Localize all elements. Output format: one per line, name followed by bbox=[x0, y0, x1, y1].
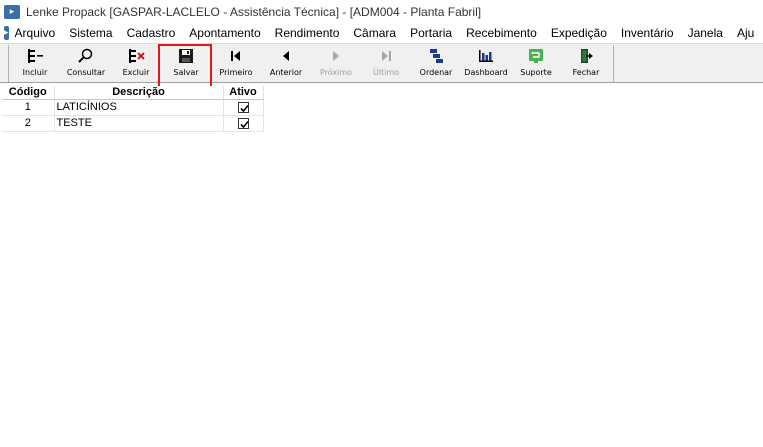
support-icon bbox=[527, 48, 545, 64]
menu-expedicao[interactable]: Expedição bbox=[551, 26, 614, 40]
menu-arquivo[interactable]: Arquivo bbox=[15, 26, 63, 40]
proximo-button[interactable]: Próximo bbox=[317, 48, 355, 82]
menu-camara[interactable]: Câmara bbox=[353, 26, 403, 40]
anterior-label: Anterior bbox=[269, 68, 303, 77]
incluir-button[interactable]: Incluir bbox=[17, 48, 53, 82]
title-bar: ▸ Lenke Propack [GASPAR-LACLELO - Assist… bbox=[0, 0, 763, 23]
primeiro-label: Primeiro bbox=[219, 68, 253, 77]
cell-ativo[interactable] bbox=[223, 99, 264, 116]
delete-icon bbox=[127, 48, 145, 64]
primeiro-button[interactable]: Primeiro bbox=[217, 48, 255, 82]
ativo-checkbox[interactable] bbox=[237, 101, 249, 113]
incluir-label: Incluir bbox=[22, 68, 48, 77]
suporte-button[interactable]: Suporte bbox=[517, 48, 555, 82]
column-header-codigo[interactable]: Código bbox=[2, 86, 55, 100]
previous-icon bbox=[277, 48, 295, 64]
column-header-ativo[interactable]: Ativo bbox=[223, 86, 264, 100]
column-header-descricao[interactable]: Descrição bbox=[54, 86, 224, 100]
menu-ajuda[interactable]: Aju bbox=[737, 26, 761, 40]
planta-fabril-grid: Código Descrição Ativo 1 LATICÍNIOS 2 TE… bbox=[2, 86, 264, 132]
menu-rendimento[interactable]: Rendimento bbox=[275, 26, 347, 40]
dashboard-label: Dashboard bbox=[464, 68, 508, 77]
sort-icon bbox=[427, 48, 445, 64]
menu-apontamento[interactable]: Apontamento bbox=[189, 26, 267, 40]
anterior-button[interactable]: Anterior bbox=[267, 48, 305, 82]
first-icon bbox=[227, 48, 245, 64]
ordenar-button[interactable]: Ordenar bbox=[417, 48, 455, 82]
app-menu-icon[interactable]: ▸ bbox=[4, 26, 9, 40]
proximo-label: Próximo bbox=[319, 68, 353, 77]
consultar-label: Consultar bbox=[66, 68, 106, 77]
window-title: Lenke Propack [GASPAR-LACLELO - Assistên… bbox=[26, 4, 482, 19]
menu-cadastro[interactable]: Cadastro bbox=[127, 26, 183, 40]
ordenar-label: Ordenar bbox=[419, 68, 453, 77]
fechar-label: Fechar bbox=[572, 68, 600, 77]
exit-icon bbox=[577, 48, 595, 64]
consultar-button[interactable]: Consultar bbox=[63, 48, 109, 82]
menu-recebimento[interactable]: Recebimento bbox=[466, 26, 544, 40]
menu-janela[interactable]: Janela bbox=[688, 26, 730, 40]
menu-sistema[interactable]: Sistema bbox=[69, 26, 119, 40]
menu-portaria[interactable]: Portaria bbox=[410, 26, 459, 40]
ultimo-button[interactable]: Último bbox=[367, 48, 405, 82]
excluir-button[interactable]: Excluir bbox=[117, 48, 155, 82]
checkmark-icon bbox=[239, 104, 249, 112]
excluir-label: Excluir bbox=[122, 68, 150, 77]
suporte-label: Suporte bbox=[520, 68, 552, 77]
ultimo-label: Último bbox=[372, 68, 400, 77]
next-icon bbox=[327, 48, 345, 64]
ativo-checkbox[interactable] bbox=[237, 117, 249, 129]
toolbar-group: Incluir Consultar Excluir Salvar Primeir bbox=[8, 45, 614, 82]
menu-bar: ▸ Arquivo Sistema Cadastro Apontamento R… bbox=[0, 23, 763, 43]
cell-descricao[interactable]: TESTE bbox=[54, 115, 224, 132]
search-icon bbox=[77, 48, 95, 64]
cell-ativo[interactable] bbox=[223, 115, 264, 132]
table-row[interactable]: 1 LATICÍNIOS bbox=[2, 99, 264, 116]
dashboard-icon bbox=[477, 48, 495, 64]
cell-codigo[interactable]: 2 bbox=[2, 115, 55, 132]
cell-descricao[interactable]: LATICÍNIOS bbox=[54, 99, 224, 116]
fechar-button[interactable]: Fechar bbox=[567, 48, 605, 82]
toolbar: Incluir Consultar Excluir Salvar Primeir bbox=[0, 43, 763, 83]
checkmark-icon bbox=[239, 120, 249, 128]
table-row[interactable]: 2 TESTE bbox=[2, 115, 264, 132]
cell-codigo[interactable]: 1 bbox=[2, 99, 55, 116]
app-logo-icon: ▸ bbox=[4, 4, 20, 19]
add-icon bbox=[26, 48, 44, 64]
dashboard-button[interactable]: Dashboard bbox=[463, 48, 509, 82]
menu-inventario[interactable]: Inventário bbox=[621, 26, 681, 40]
last-icon bbox=[377, 48, 395, 64]
